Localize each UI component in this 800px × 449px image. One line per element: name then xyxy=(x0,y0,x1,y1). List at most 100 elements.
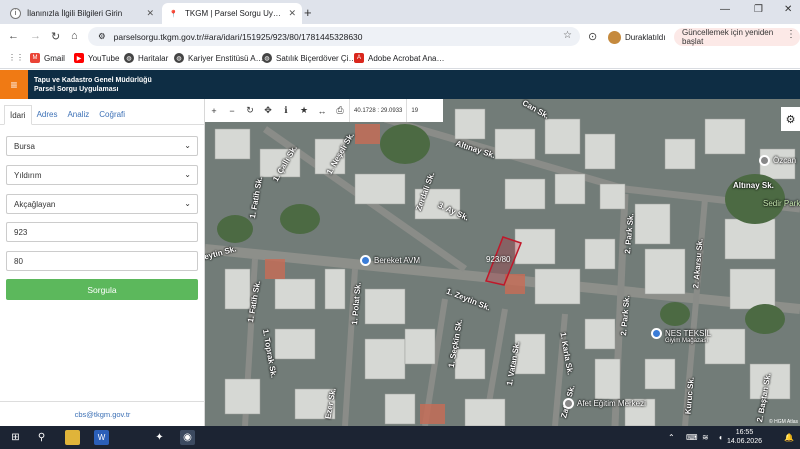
shopping-icon xyxy=(360,255,371,266)
bookmark-haritalar[interactable]: ◍ Haritalar xyxy=(124,53,168,63)
poi-bereket-avm[interactable]: Bereket AVM xyxy=(360,255,420,266)
satellite-map[interactable]: + − ↻ ✥ ℹ ★ ↔ ⎙ 40.1728 : 29.0933 19 ⚙ 9… xyxy=(205,99,800,426)
bookmark-label: Haritalar xyxy=(138,53,169,63)
profile-label: Duraklatıldı xyxy=(625,32,666,42)
forward-icon[interactable]: → xyxy=(30,30,41,42)
chrome-icon[interactable]: ◉ xyxy=(180,430,195,445)
close-icon[interactable]: ✕ xyxy=(288,8,296,19)
parcel-input[interactable]: 80 xyxy=(6,251,198,271)
notification-bell-icon[interactable]: 🔔 xyxy=(784,433,794,442)
place-icon xyxy=(563,398,574,409)
browser-tab-ilan[interactable]: i İlanınızla İlgili Bilgileri Girin ✕ xyxy=(4,3,160,24)
settings-gear-icon[interactable]: ⚙ xyxy=(781,107,800,131)
block-input[interactable]: 923 xyxy=(6,222,198,242)
close-icon[interactable]: ✕ xyxy=(146,8,154,19)
locate-icon[interactable]: ✥ xyxy=(259,99,277,122)
new-tab-button[interactable]: + xyxy=(304,5,312,20)
sorgula-button[interactable]: Sorgula xyxy=(6,279,198,300)
search-icon[interactable]: ⚲ xyxy=(34,430,49,445)
profile-button[interactable]: Duraklatıldı xyxy=(608,29,665,45)
browser-tab-bar: i İlanınızla İlgili Bilgileri Girin ✕ 📍 … xyxy=(0,0,800,24)
tab-analiz[interactable]: Analiz xyxy=(62,104,94,124)
bookmark-gmail[interactable]: M Gmail xyxy=(30,53,65,63)
bookmark-label: Adobe Acrobat Ana… xyxy=(368,53,445,63)
word-icon[interactable]: W xyxy=(94,430,109,445)
update-button[interactable]: Güncellemek için yeniden başlat xyxy=(674,28,800,46)
back-icon[interactable]: ← xyxy=(8,30,19,42)
clock-date: 14.06.2026 xyxy=(726,438,762,445)
app-icon[interactable]: ✦ xyxy=(152,430,167,445)
star-icon[interactable]: ☆ xyxy=(563,30,572,41)
restore-icon[interactable]: ❐ xyxy=(754,4,763,15)
bookmark-satilik[interactable]: ◍ Satılık Biçerdöver Çi… xyxy=(262,53,356,63)
url-bar[interactable]: ⚙ parselsorgu.tkgm.gov.tr/#ara/idari/151… xyxy=(88,27,580,46)
neighborhood-value: Akçağlayan xyxy=(14,199,56,209)
network-icon[interactable]: ⌨ xyxy=(686,433,698,442)
bookmark-label: Gmail xyxy=(44,53,65,63)
parcel-value: 80 xyxy=(14,256,23,266)
chevron-up-icon[interactable]: ⌃ xyxy=(668,433,675,442)
close-window-icon[interactable]: ✕ xyxy=(784,4,792,15)
app-title-line2: Parsel Sorgu Uygulaması xyxy=(34,86,119,93)
bookmark-adobe[interactable]: A Adobe Acrobat Ana… xyxy=(354,53,445,63)
zoom-out-icon[interactable]: − xyxy=(223,99,241,122)
hamburger-menu-icon[interactable]: ≡ xyxy=(0,70,28,99)
url-text: parselsorgu.tkgm.gov.tr/#ara/idari/15192… xyxy=(113,31,363,42)
tab-adres[interactable]: Adres xyxy=(32,104,63,124)
zoom-in-icon[interactable]: + xyxy=(205,99,223,122)
globe-icon: ◍ xyxy=(124,53,134,63)
block-value: 923 xyxy=(14,227,28,237)
coordinate-readout: 40.1728 : 29.0933 xyxy=(349,99,406,122)
poi-afet-egitim[interactable]: Afet Eğitim Merkezi xyxy=(563,398,646,409)
avatar xyxy=(608,30,621,44)
poi-subtitle: Giyim Mağazası xyxy=(665,338,709,344)
globe-icon: ◍ xyxy=(174,53,184,63)
info-icon[interactable]: ℹ xyxy=(277,99,295,122)
map-attribution: © HGM Atlas xyxy=(769,419,798,425)
favorite-icon[interactable]: ★ xyxy=(295,99,313,122)
measure-icon[interactable]: ↔ xyxy=(313,99,331,122)
chevron-down-icon: ⌄ xyxy=(184,141,191,150)
bookmark-kariyer[interactable]: ◍ Kariyer Enstitüsü A… xyxy=(174,53,264,63)
site-info-icon[interactable]: ⚙ xyxy=(98,31,106,42)
clothing-store-icon xyxy=(651,328,662,339)
bookmark-label: YouTube xyxy=(88,53,120,63)
poi-label: Bereket AVM xyxy=(374,256,421,265)
home-icon[interactable]: ⌂ xyxy=(71,30,78,42)
poi-ozcan[interactable]: Özcan xyxy=(759,155,796,166)
bookmark-label: Kariyer Enstitüsü A… xyxy=(188,53,264,63)
volume-icon[interactable]: ◖ xyxy=(718,433,723,442)
file-explorer-icon[interactable] xyxy=(65,430,80,445)
tab-idari[interactable]: İdari xyxy=(4,105,32,125)
province-select[interactable]: Bursa ⌄ xyxy=(6,136,198,156)
place-icon xyxy=(759,155,770,166)
info-icon: i xyxy=(10,8,21,19)
browser-tab-tkgm[interactable]: 📍 TKGM | Parsel Sorgu Uygulama… ✕ xyxy=(162,3,302,24)
gmail-icon: M xyxy=(30,53,40,63)
wifi-icon[interactable]: ≋ xyxy=(702,433,709,442)
map-pin-icon: 📍 xyxy=(169,10,178,18)
neighborhood-select[interactable]: Akçağlayan ⌄ xyxy=(6,194,198,214)
address-toolbar: ← → ↻ ⌂ ⚙ parselsorgu.tkgm.gov.tr/#ara/i… xyxy=(0,24,800,49)
print-icon[interactable]: ⎙ xyxy=(331,99,349,122)
tab-cografi[interactable]: Coğrafi xyxy=(94,104,130,124)
more-menu-icon[interactable]: ⋮ xyxy=(786,29,796,40)
query-tabs: İdari Adres Analiz Coğrafi xyxy=(0,99,204,125)
clock-time: 16:55 xyxy=(735,429,754,436)
refresh-icon[interactable]: ↻ xyxy=(241,99,259,122)
contact-email-link[interactable]: cbs@tkgm.gov.tr xyxy=(0,401,205,426)
poi-label: Özcan xyxy=(773,156,797,165)
minimize-icon[interactable]: — xyxy=(720,4,730,15)
extension-icon[interactable]: ⊙ xyxy=(588,30,597,43)
taskbar-clock[interactable]: 16:55 14.06.2026 xyxy=(727,428,762,446)
windows-start-icon[interactable]: ⊞ xyxy=(8,430,23,445)
bookmark-label: Satılık Biçerdöver Çi… xyxy=(276,53,357,63)
apps-grid-icon[interactable]: ⋮⋮ xyxy=(8,53,24,62)
province-value: Bursa xyxy=(14,141,35,151)
chevron-down-icon: ⌄ xyxy=(184,170,191,179)
bookmark-youtube[interactable]: ▶ YouTube xyxy=(74,53,119,63)
poi-sedir-parki[interactable]: Sedir Parkı xyxy=(763,199,800,208)
reload-icon[interactable]: ↻ xyxy=(51,30,60,43)
district-select[interactable]: Yıldırım ⌄ xyxy=(6,165,198,185)
app-header: ≡ Tapu ve Kadastro Genel Müdürlüğü Parse… xyxy=(0,70,800,99)
